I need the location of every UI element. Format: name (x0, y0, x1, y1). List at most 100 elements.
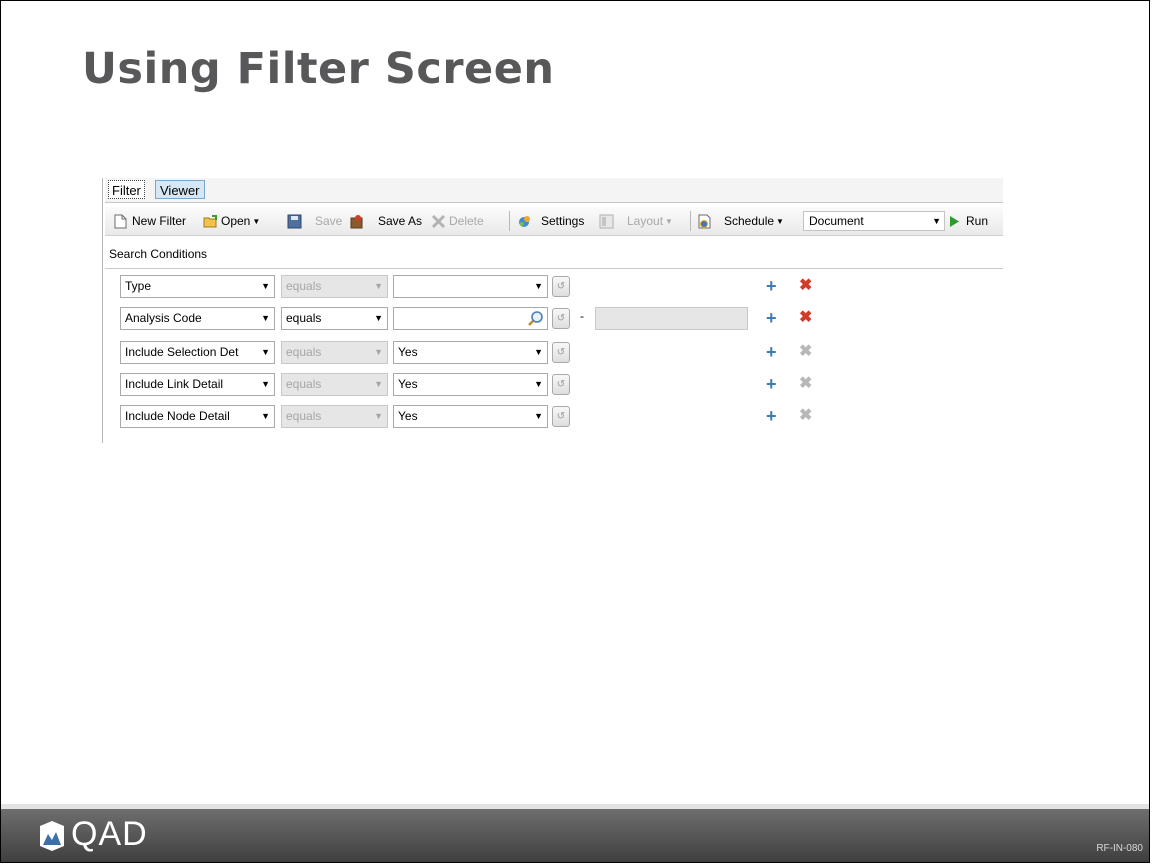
chevron-down-icon: ▼ (776, 217, 784, 226)
remove-condition-icon[interactable]: ✖ (799, 342, 812, 362)
operator-value: equals (286, 279, 322, 293)
open-button[interactable]: Open ▼ (221, 207, 260, 235)
operator-select[interactable]: equals ▼ (281, 405, 388, 428)
field-select[interactable]: Analysis Code ▼ (120, 307, 275, 330)
chevron-down-icon: ▼ (374, 313, 383, 323)
remove-condition-icon[interactable]: ✖ (799, 406, 812, 426)
remove-condition-icon[interactable]: ✖ (799, 374, 812, 394)
filter-toolbar: New Filter Open ▼ Save Save As Delete Set… (105, 207, 1003, 236)
value-text: Yes (398, 409, 418, 423)
value-text: Yes (398, 377, 418, 391)
settings-label: Settings (541, 214, 585, 228)
operator-value: equals (286, 345, 322, 359)
new-filter-button[interactable]: New Filter (132, 207, 186, 235)
value-select[interactable]: Yes ▼ (393, 373, 548, 396)
chevron-down-icon: ▼ (261, 379, 270, 389)
remove-condition-icon[interactable]: ✖ (799, 308, 812, 328)
value-input[interactable] (393, 307, 548, 330)
tab-strip: Filter Viewer (105, 178, 1003, 203)
field-value: Type (125, 279, 152, 293)
chevron-down-icon: ▼ (374, 411, 383, 421)
add-condition-icon[interactable]: + (766, 406, 777, 426)
layout-button[interactable]: Layout ▼ (627, 207, 673, 235)
save-as-button[interactable]: Save As (378, 207, 422, 235)
field-select[interactable]: Type ▼ (120, 275, 275, 298)
delete-label: Delete (449, 214, 484, 228)
operator-value: equals (286, 377, 322, 391)
output-type-select[interactable]: Document ▼ (803, 211, 945, 231)
settings-icon (519, 216, 530, 227)
operator-select[interactable]: equals ▼ (281, 307, 388, 330)
save-as-icon (350, 215, 363, 229)
clear-value-button[interactable]: ↺ (552, 342, 570, 363)
operator-value: equals (286, 409, 322, 423)
field-select[interactable]: Include Selection Det ▼ (120, 341, 275, 364)
chevron-down-icon: ▼ (261, 281, 270, 291)
run-button[interactable]: Run (966, 207, 988, 235)
field-select[interactable]: Include Node Detail ▼ (120, 405, 275, 428)
save-disk-icon (287, 214, 302, 229)
toolbar-separator (690, 211, 691, 231)
chevron-down-icon: ▼ (534, 379, 543, 389)
add-condition-icon[interactable]: + (766, 276, 777, 296)
field-value: Analysis Code (125, 311, 202, 325)
clear-value-button[interactable]: ↺ (552, 276, 570, 297)
new-document-icon (114, 214, 127, 229)
chevron-down-icon: ▼ (534, 347, 543, 357)
clear-value-button[interactable]: ↺ (552, 406, 570, 427)
chevron-down-icon: ▼ (261, 347, 270, 357)
tab-viewer[interactable]: Viewer (155, 180, 205, 199)
save-as-label: Save As (378, 214, 423, 228)
slide-frame (0, 0, 1150, 863)
remove-condition-icon[interactable]: ✖ (799, 276, 812, 296)
lookup-search-icon[interactable] (527, 310, 544, 327)
save-label: Save (315, 214, 343, 228)
chevron-down-icon: ▼ (534, 281, 543, 291)
operator-select[interactable]: equals ▼ (281, 275, 388, 298)
search-conditions-label: Search Conditions (109, 247, 208, 261)
clear-value-button[interactable]: ↺ (552, 374, 570, 395)
value-select[interactable]: Yes ▼ (393, 341, 548, 364)
toolbar-separator (509, 211, 510, 231)
chevron-down-icon: ▼ (374, 379, 383, 389)
panel-border (102, 178, 103, 443)
chevron-down-icon: ▼ (534, 411, 543, 421)
chevron-down-icon: ▼ (374, 347, 383, 357)
chevron-down-icon: ▼ (261, 411, 270, 421)
schedule-icon (698, 214, 711, 229)
tab-filter[interactable]: Filter (108, 180, 145, 199)
run-play-icon (950, 216, 959, 227)
operator-select[interactable]: equals ▼ (281, 341, 388, 364)
open-label: Open (221, 214, 251, 228)
add-condition-icon[interactable]: + (766, 374, 777, 394)
add-condition-icon[interactable]: + (766, 308, 777, 328)
clear-value-button[interactable]: ↺ (552, 308, 570, 329)
save-button[interactable]: Save (315, 207, 342, 235)
output-type-value: Document (809, 214, 864, 228)
delete-button[interactable]: Delete (449, 207, 484, 235)
chevron-down-icon: ▼ (261, 313, 270, 323)
value-select[interactable]: Yes ▼ (393, 405, 548, 428)
add-condition-icon[interactable]: + (766, 342, 777, 362)
schedule-button[interactable]: Schedule ▼ (724, 207, 784, 235)
qad-logo-icon (40, 821, 64, 851)
value-select[interactable]: ▼ (393, 275, 548, 298)
operator-value: equals (286, 311, 322, 325)
new-filter-label: New Filter (132, 214, 187, 228)
schedule-label: Schedule (724, 214, 775, 228)
field-select[interactable]: Include Link Detail ▼ (120, 373, 275, 396)
chevron-down-icon: ▼ (374, 281, 383, 291)
chevron-down-icon: ▼ (932, 216, 941, 226)
range-to-input[interactable] (595, 307, 748, 330)
settings-button[interactable]: Settings (541, 207, 584, 235)
range-dash: - (580, 309, 584, 323)
delete-icon (431, 214, 446, 229)
section-divider (105, 268, 1003, 269)
layout-icon (599, 214, 614, 229)
operator-select[interactable]: equals ▼ (281, 373, 388, 396)
field-value: Include Selection Det (125, 345, 239, 359)
layout-label: Layout (627, 214, 664, 228)
field-value: Include Link Detail (125, 377, 224, 391)
open-folder-icon (203, 215, 217, 228)
chevron-down-icon: ▼ (665, 217, 673, 226)
